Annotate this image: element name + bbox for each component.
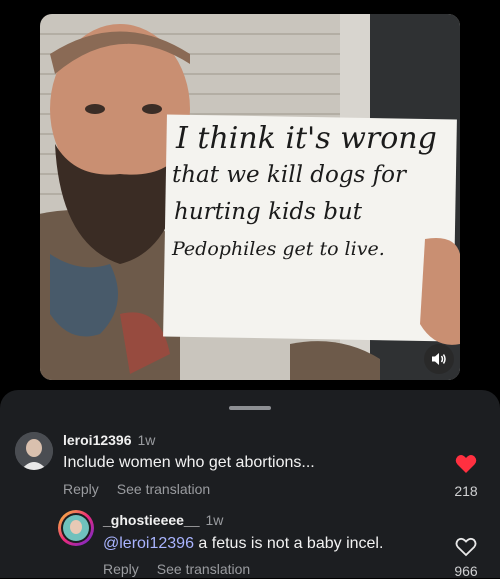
see-translation-button[interactable]: See translation [157,561,250,577]
avatar[interactable] [15,432,53,470]
comment-body: a fetus is not a baby incel. [193,535,384,552]
comments-sheet: leroi12396 1w Include women who get abort… [0,390,500,579]
sign-line-1: I think it's wrong [176,121,437,156]
username-text[interactable]: leroi12396 [63,432,132,448]
sign-line-2: that we kill dogs for [172,162,407,188]
sign-line-3: hurting kids but [174,199,362,225]
reply-item: _ghostieeee__ 1w @leroi12396 a fetus is n… [0,500,500,579]
heart-outline-icon[interactable] [455,537,477,557]
comment-time: 1w [137,432,156,448]
user-avatar-icon [15,432,53,470]
username-text[interactable]: _ghostieeee__ [103,512,200,528]
reply-button[interactable]: Reply [63,481,99,497]
comment-text: Include women who get abortions... [63,454,315,471]
user-avatar-icon [61,513,91,543]
comment-text: @leroi12396 a fetus is not a baby incel. [103,535,383,553]
speaker-icon [432,353,446,365]
comment-time: 1w [205,512,224,528]
comment-username[interactable]: _ghostieeee__ 1w [103,512,223,528]
sign-line-4: Pedophiles get to live. [172,238,385,260]
comment-actions: Reply See translation [103,561,268,577]
sign-text: I think it's wrong that we kill dogs for… [168,124,448,259]
comment-item: leroi12396 1w Include women who get abort… [0,390,500,500]
video-player[interactable]: I think it's wrong that we kill dogs for… [40,14,460,380]
heart-filled-icon[interactable] [455,454,477,474]
mention-link[interactable]: @leroi12396 [103,535,194,552]
like-count: 218 [454,483,478,499]
like-count: 966 [454,563,478,579]
comment-actions: Reply See translation [63,481,228,497]
comment-username[interactable]: leroi12396 1w [63,432,155,448]
avatar[interactable] [58,510,94,546]
reply-button[interactable]: Reply [103,561,139,577]
mute-button[interactable] [424,344,454,374]
see-translation-button[interactable]: See translation [117,481,210,497]
